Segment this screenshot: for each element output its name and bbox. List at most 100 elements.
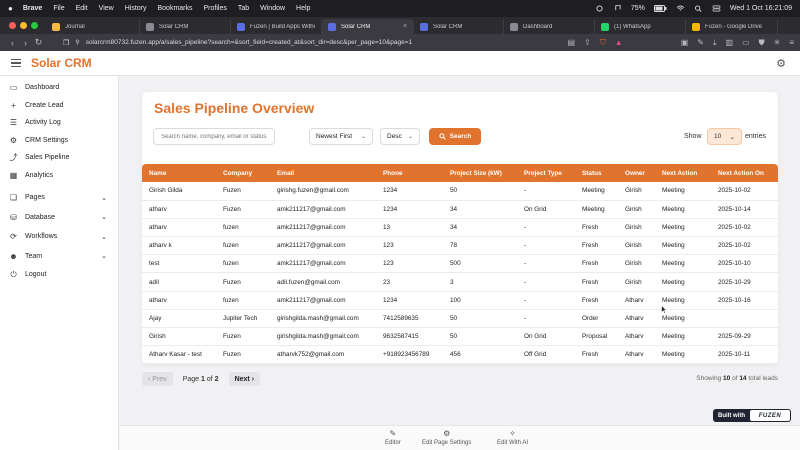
sidebar-item-workflows[interactable]: ⟳ Workflows ⌄	[0, 227, 118, 247]
column-header[interactable]: Status	[575, 164, 618, 182]
menu-brave[interactable]: Brave	[23, 5, 42, 12]
sidebar-toggle-icon[interactable]: ▥	[726, 38, 734, 47]
table-row[interactable]: Girish Fuzen girishgilda.mash@gmail.com 963…	[142, 327, 778, 347]
browser-tab[interactable]: Solar CRM ×	[322, 19, 414, 34]
menu-tab[interactable]: Tab	[238, 5, 249, 12]
menubar-datetime[interactable]: Wed 1 Oct 16:21:09	[730, 5, 792, 12]
sidebar-item-database[interactable]: ⛁ Database ⌄	[0, 208, 118, 228]
extensions-icon[interactable]: ✎	[697, 38, 704, 47]
brave-shield-icon[interactable]: ⛉	[600, 38, 606, 48]
reader-icon[interactable]: ▤	[568, 38, 576, 47]
column-header[interactable]: Company	[216, 164, 270, 182]
menu-window[interactable]: Window	[260, 5, 285, 12]
sidebar-item-crm-settings[interactable]: ⚙ CRM Settings	[0, 132, 118, 150]
column-header[interactable]: Project Type	[517, 164, 575, 182]
reload-icon[interactable]: ↻	[32, 37, 45, 48]
sort-field-select[interactable]: Newest First ⌄	[309, 128, 373, 145]
browser-tab[interactable]: Journal	[46, 19, 140, 34]
site-info-icon[interactable]: ⚲	[75, 39, 79, 46]
music-icon[interactable]	[613, 5, 622, 12]
bookmark-icon[interactable]: ❐	[63, 39, 69, 47]
search-icon[interactable]	[694, 5, 703, 12]
url-text[interactable]: solarcrm80732.fuzen.app/a/sales_pipeline…	[86, 39, 413, 46]
wallet-icon[interactable]: ▭	[742, 38, 750, 47]
control-center-icon[interactable]	[712, 5, 721, 12]
mouse-cursor-icon	[661, 305, 667, 314]
menu-history[interactable]: History	[125, 5, 147, 12]
share-icon[interactable]: ⇪	[584, 38, 591, 47]
column-header[interactable]: Email	[270, 164, 376, 182]
address-bar[interactable]: ❐ ⚲ solarcrm80732.fuzen.app/a/sales_pipe…	[63, 39, 568, 47]
column-header[interactable]: Phone	[376, 164, 443, 182]
table-row[interactable]: test fuzen amk211217@gmail.com 123 500- Fresh…	[142, 254, 778, 274]
column-header[interactable]: Owner	[618, 164, 655, 182]
table-row[interactable]: Ajay Jupiter Tech girishgilda.mash@gmail.c…	[142, 309, 778, 329]
close-tab-icon[interactable]: ×	[403, 23, 407, 30]
sidebar-item-analytics[interactable]: ▦ Analytics	[0, 167, 118, 185]
search-button[interactable]: Search	[429, 128, 481, 145]
table-row[interactable]: adil Fuzen adil.fuzen@gmail.com 23 3- Fresh Gi…	[142, 272, 778, 292]
battery-icon[interactable]	[653, 5, 667, 12]
maximize-window-button[interactable]	[31, 22, 38, 29]
hamburger-icon[interactable]	[11, 59, 21, 67]
sidebar-item-sales-pipeline[interactable]: ⤴ Sales Pipeline	[0, 149, 118, 167]
menu-file[interactable]: File	[53, 5, 64, 12]
menu-profiles[interactable]: Profiles	[204, 5, 227, 12]
sidebar-item-dashboard[interactable]: ▭ Dashboard	[0, 79, 118, 97]
table-row[interactable]: atharv fuzen amk211217@gmail.com 1234 100- Fr…	[142, 291, 778, 310]
column-header[interactable]: Name	[142, 164, 216, 182]
record-icon[interactable]	[595, 5, 604, 12]
rewards-icon[interactable]: ▲	[615, 38, 623, 47]
sidebar-item-create-lead[interactable]: + Create Lead	[0, 97, 118, 115]
menu-edit[interactable]: Edit	[76, 5, 88, 12]
brand-title[interactable]: Solar CRM	[31, 56, 92, 70]
sidebar-item-team[interactable]: ☻ Team ⌄	[0, 247, 118, 267]
edit-with-ai-button[interactable]: ✧ Edit With AI	[497, 429, 528, 446]
browser-tab[interactable]: Fuzen | Build Apps Witho...	[231, 19, 322, 34]
prev-page-button[interactable]: ‹ Prev	[142, 372, 173, 386]
browser-tab[interactable]: Solar CRM	[140, 19, 231, 34]
back-icon[interactable]: ‹	[6, 38, 19, 48]
menu-help[interactable]: Help	[296, 5, 310, 12]
sidebar-item-logout[interactable]: ⏻ Logout	[0, 266, 118, 284]
browser-tab[interactable]: Dashboard	[504, 19, 595, 34]
vpn-icon[interactable]: ⛊	[759, 38, 765, 48]
chevron-right-icon: ›	[249, 375, 255, 383]
table-row[interactable]: Atharv Kasar - test Fuzen atharvk752@gmail…	[142, 345, 778, 365]
table-cell: 3	[443, 272, 517, 292]
column-header[interactable]: Project Size (kW)	[443, 164, 517, 182]
close-window-button[interactable]	[9, 22, 16, 29]
apple-icon[interactable]: ●	[8, 4, 13, 13]
next-page-button[interactable]: Next ›	[228, 372, 261, 386]
table-row[interactable]: atharv Fuzen amk211217@gmail.com 1234 34 On G…	[142, 200, 778, 219]
table-cell: Atharv	[618, 309, 655, 329]
search-input[interactable]	[153, 128, 275, 145]
forward-icon[interactable]: ›	[19, 38, 32, 48]
editor-button[interactable]: ✎ Editor	[385, 429, 401, 446]
menu-view[interactable]: View	[99, 5, 114, 12]
sort-dir-select[interactable]: Desc ⌄	[380, 128, 420, 145]
built-with-badge[interactable]: Built with FUZEN	[713, 409, 791, 422]
sidebar-item-pages[interactable]: ❏ Pages ⌄	[0, 188, 118, 208]
per-page-select[interactable]: 10 ⌄	[707, 128, 742, 145]
leo-ai-icon[interactable]: ✳	[774, 38, 781, 47]
column-header[interactable]: Next Action On	[711, 164, 778, 182]
menu-icon[interactable]: ≡	[789, 38, 794, 47]
column-header[interactable]: Next Action	[655, 164, 711, 182]
picture-icon[interactable]: ▣	[681, 38, 689, 47]
edit-page-settings-button[interactable]: ⚙ Edit Page Settings	[422, 429, 471, 446]
table-cell: Fuzen	[216, 182, 270, 201]
table-row[interactable]: Girish Gilda Fuzen girishg.fuzen@gmail.com…	[142, 182, 778, 201]
minimize-window-button[interactable]	[20, 22, 27, 29]
menu-bookmarks[interactable]: Bookmarks	[157, 5, 192, 12]
table-row[interactable]: atharv fuzen amk211217@gmail.com 13 34- Fresh…	[142, 218, 778, 238]
browser-tab[interactable]: Solar CRM	[414, 19, 504, 34]
table-cell: +918923456789	[376, 345, 443, 365]
download-icon[interactable]: ⤓	[713, 38, 717, 48]
browser-tab[interactable]: Fuzen - Google Drive	[686, 19, 778, 34]
sidebar-item-activity-log[interactable]: ☰ Activity Log	[0, 114, 118, 132]
wifi-icon[interactable]	[676, 5, 685, 12]
browser-tab[interactable]: (1) WhatsApp	[595, 19, 686, 34]
table-row[interactable]: atharv k fuzen amk211217@gmail.com 123 78- Fr…	[142, 236, 778, 256]
gear-icon[interactable]: ⚙	[776, 57, 786, 70]
